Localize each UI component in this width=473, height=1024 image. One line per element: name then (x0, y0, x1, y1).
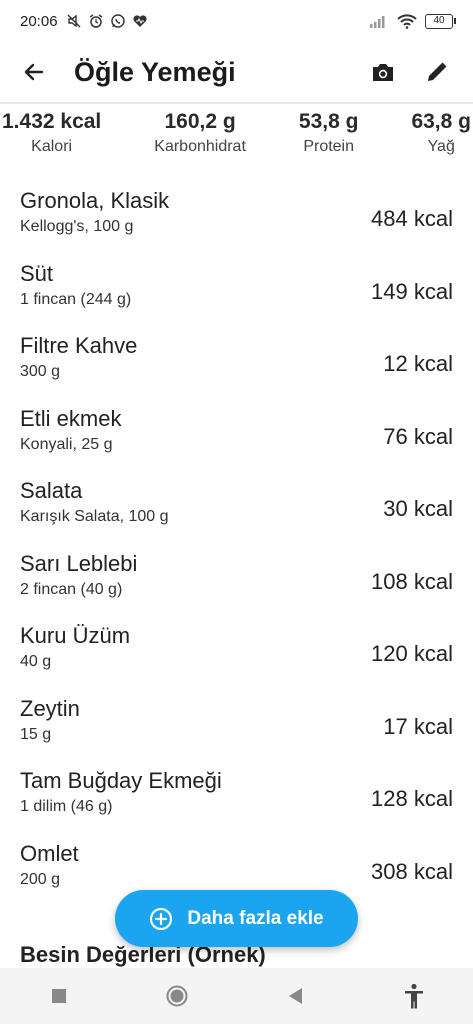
edit-button[interactable] (417, 52, 457, 92)
food-detail: 2 fincan (40 g) (20, 580, 123, 598)
summary-value: 63,8 g (411, 110, 471, 133)
nutrition-summary: 1.432 kcal Kalori 160,2 g Karbonhidrat 5… (0, 110, 473, 166)
camera-button[interactable] (363, 52, 403, 92)
food-name: Omlet (20, 840, 79, 866)
summary-carbs: 160,2 g Karbonhidrat (154, 110, 246, 166)
food-kcal: 308 kcal (371, 858, 453, 884)
square-icon (52, 989, 67, 1003)
food-kcal: 17 kcal (383, 713, 453, 739)
recents-button[interactable] (39, 976, 79, 1016)
circle-icon (166, 985, 188, 1007)
food-item[interactable]: Sarı Leblebi 2 fincan (40 g) 108 kcal (0, 543, 473, 616)
summary-label: Yağ (427, 138, 455, 155)
food-kcal: 149 kcal (371, 278, 453, 304)
food-name: Kuru Üzüm (20, 623, 131, 648)
food-kcal: 120 kcal (371, 641, 453, 666)
food-kcal: 108 kcal (371, 568, 453, 594)
status-bar: 20:06 40 (0, 0, 473, 42)
food-item[interactable]: Filtre Kahve 300 g 12 kcal (0, 325, 473, 398)
summary-label: Karbonhidrat (154, 138, 246, 155)
food-item[interactable]: Kuru Üzüm 40 g 120 kcal (0, 615, 473, 688)
plus-circle-icon (150, 907, 173, 930)
summary-protein: 53,8 g Protein (299, 110, 359, 166)
status-left: 20:06 (20, 13, 148, 30)
summary-value: 1.432 kcal (2, 110, 102, 133)
food-detail: 40 g (20, 653, 52, 670)
status-right: 40 (369, 13, 456, 29)
camera-icon (373, 64, 393, 81)
food-kcal: 484 kcal (371, 206, 453, 231)
food-detail: 1 fincan (244 g) (20, 290, 132, 308)
heart-icon (132, 15, 147, 27)
home-button[interactable] (157, 976, 197, 1016)
food-item[interactable]: Salata Karışık Salata, 100 g 30 kcal (0, 470, 473, 543)
alarm-icon (89, 14, 102, 28)
triangle-back-icon (288, 988, 302, 1004)
food-name: Tam Buğday Ekmeği (20, 768, 222, 793)
wifi-icon (397, 14, 417, 29)
page-title: Öğle Yemeği (74, 56, 236, 87)
food-kcal: 76 kcal (383, 423, 453, 449)
summary-value: 53,8 g (298, 110, 359, 133)
food-name: Zeytin (20, 695, 80, 721)
accessibility-button[interactable] (394, 976, 434, 1016)
pencil-icon (428, 62, 447, 81)
system-nav-bar (0, 968, 473, 1024)
food-name: Sarı Leblebi (20, 550, 138, 576)
app-bar: Öğle Yemeği (0, 42, 473, 102)
summary-value: 160,2 g (164, 110, 236, 133)
status-notification-icons (66, 13, 148, 29)
food-detail: 15 g (20, 725, 52, 743)
add-more-label: Daha fazla ekle (187, 907, 324, 929)
food-name: Gronola, Klasik (20, 188, 170, 213)
summary-label: Kalori (31, 138, 73, 155)
food-item[interactable]: Gronola, Klasik Kellogg's, 100 g 484 kcal (0, 180, 473, 253)
status-time: 20:06 (20, 12, 58, 30)
food-detail: 1 dilim (46 g) (20, 798, 113, 815)
food-item[interactable]: Tam Buğday Ekmeği 1 dilim (46 g) 128 kcal (0, 760, 473, 833)
food-detail: Karışık Salata, 100 g (20, 508, 169, 525)
food-name: Salata (20, 478, 83, 503)
food-kcal: 12 kcal (383, 351, 453, 376)
food-kcal: 30 kcal (383, 496, 453, 521)
food-detail: 200 g (20, 870, 61, 888)
add-more-button[interactable]: Daha fazla ekle (115, 890, 358, 947)
food-kcal: 128 kcal (371, 786, 453, 811)
summary-calories: 1.432 kcal Kalori (2, 110, 101, 166)
mute-icon (67, 14, 81, 28)
food-item[interactable]: Süt 1 fincan (244 g) 149 kcal (0, 253, 473, 326)
summary-fat: 63,8 g Yağ (411, 110, 471, 166)
back-nav-button[interactable] (276, 976, 316, 1016)
appbar-divider (0, 102, 473, 104)
back-button[interactable] (16, 54, 52, 90)
food-list: Gronola, Klasik Kellogg's, 100 g 484 kcal… (0, 180, 473, 905)
food-name: Filtre Kahve (20, 333, 138, 358)
signal-icon (370, 16, 385, 28)
food-item[interactable]: Zeytin 15 g 17 kcal (0, 688, 473, 761)
arrow-back-icon (24, 63, 44, 81)
accessibility-icon (404, 983, 423, 1009)
whatsapp-icon (110, 14, 125, 28)
food-detail: Kellogg's, 100 g (20, 218, 134, 235)
food-detail: 300 g (20, 363, 61, 380)
food-name: Etli ekmek (20, 405, 122, 431)
food-detail: Konyali, 25 g (20, 435, 113, 453)
summary-label: Protein (303, 138, 355, 155)
food-item[interactable]: Etli ekmek Konyali, 25 g 76 kcal (0, 398, 473, 471)
battery-icon: 40 (425, 13, 456, 29)
food-name: Süt (20, 260, 54, 286)
